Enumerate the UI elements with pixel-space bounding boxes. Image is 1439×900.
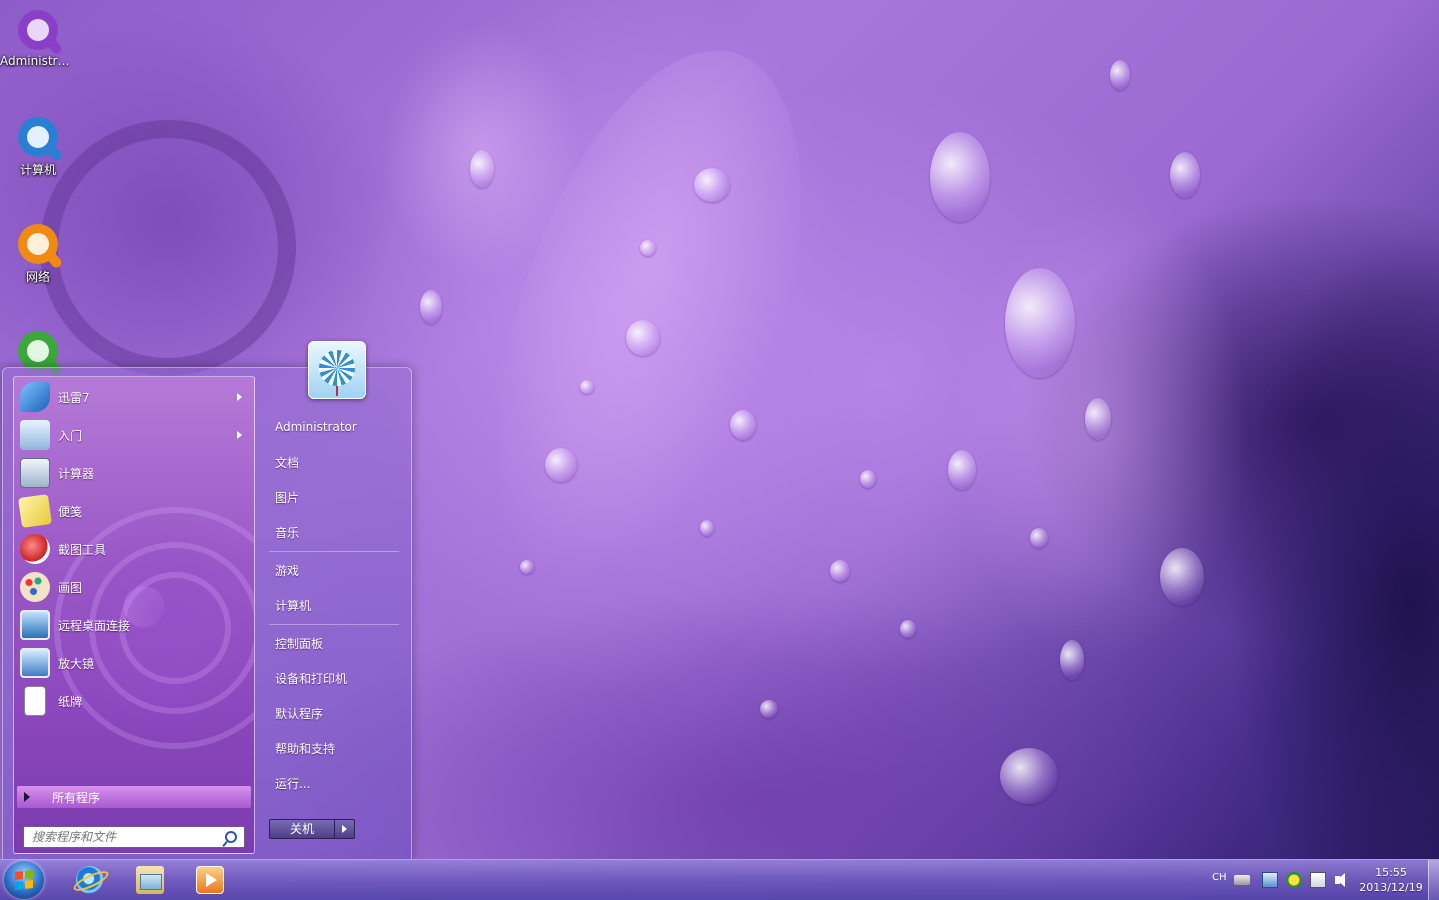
place-default-programs[interactable]: 默认程序 <box>267 700 401 726</box>
program-item-magnifier[interactable]: 放大镜 <box>14 645 252 681</box>
keyboard-icon[interactable] <box>1234 875 1250 885</box>
program-item-label: 入门 <box>58 428 83 443</box>
shutdown-button[interactable]: 关机 <box>269 819 335 839</box>
media-player-icon <box>196 866 224 894</box>
program-item-label: 便笺 <box>58 504 83 519</box>
program-item-label: 迅雷7 <box>58 390 90 405</box>
folder-icon <box>136 866 164 894</box>
place-pictures[interactable]: 图片 <box>267 484 401 510</box>
place-music[interactable]: 音乐 <box>267 519 401 545</box>
expand-arrow-icon <box>24 792 30 802</box>
green-app-icon <box>18 331 58 371</box>
chevron-right-icon <box>342 825 347 833</box>
xunlei-bird-icon <box>20 382 50 412</box>
place-devices-printers[interactable]: 设备和打印机 <box>267 665 401 691</box>
place-control-panel[interactable]: 控制面板 <box>267 630 401 656</box>
programs-pane: 迅雷7 入门 计算器 便笺 截图工具 画图 远程桌面连接 放大镜 纸牌 所有程序… <box>13 376 255 854</box>
desktop-icon-label: 网络 <box>25 270 50 284</box>
desktop-icon-computer[interactable]: 计算机 <box>0 117 76 178</box>
desktop-icon-network[interactable]: 网络 <box>0 224 76 285</box>
ie-icon <box>76 866 104 894</box>
shutdown-group: 关机 <box>269 819 355 839</box>
remote-desktop-icon <box>20 610 50 640</box>
user-avatar[interactable] <box>308 341 366 399</box>
desktop-icon-label: 计算机 <box>19 163 56 177</box>
places-divider <box>269 624 399 625</box>
start-button[interactable] <box>4 861 44 899</box>
pinwheel-icon <box>319 350 355 386</box>
place-computer[interactable]: 计算机 <box>267 592 401 618</box>
desktop-icon-administrator[interactable]: Administra... <box>0 10 76 68</box>
clock[interactable]: 15:55 2013/12/19 <box>1356 865 1426 895</box>
place-run[interactable]: 运行... <box>267 770 401 796</box>
place-games[interactable]: 游戏 <box>267 557 401 583</box>
search-box <box>23 826 245 848</box>
volume-icon[interactable] <box>1334 872 1350 888</box>
language-indicator[interactable]: CH <box>1212 872 1227 883</box>
search-input[interactable] <box>30 829 224 845</box>
shutdown-options-button[interactable] <box>335 819 355 839</box>
taskbar: CH 15:55 2013/12/19 <box>0 859 1439 900</box>
desktop-icon-4[interactable] <box>0 331 76 371</box>
program-item-label: 截图工具 <box>58 542 107 557</box>
program-item-label: 画图 <box>58 580 83 595</box>
monitor-icon[interactable] <box>1262 872 1278 888</box>
program-item-remote-desktop[interactable]: 远程桌面连接 <box>14 607 252 643</box>
snipping-tool-icon <box>20 534 50 564</box>
program-item-calculator[interactable]: 计算器 <box>14 455 252 491</box>
program-item-label: 远程桌面连接 <box>58 618 131 633</box>
program-item-label: 计算器 <box>58 466 95 481</box>
search-icon[interactable] <box>225 831 237 843</box>
taskbar-app-windows-explorer[interactable] <box>122 863 176 897</box>
show-desktop-button[interactable] <box>1428 860 1439 900</box>
paint-palette-icon <box>20 572 50 602</box>
network-icon <box>18 224 58 264</box>
magnifier-icon <box>20 648 50 678</box>
submenu-arrow-icon <box>237 393 242 401</box>
solitaire-card-icon <box>24 686 46 716</box>
desktop-icon-label: Administra... <box>0 54 76 68</box>
start-menu: 迅雷7 入门 计算器 便笺 截图工具 画图 远程桌面连接 放大镜 纸牌 所有程序… <box>2 341 412 861</box>
taskbar-app-media-player[interactable] <box>182 863 236 897</box>
program-item-paint[interactable]: 画图 <box>14 569 252 605</box>
security-shield-icon[interactable] <box>1286 872 1302 888</box>
place-user-folder[interactable]: Administrator <box>267 414 401 440</box>
place-documents[interactable]: 文档 <box>267 449 401 475</box>
program-item-sticky-notes[interactable]: 便笺 <box>14 493 252 529</box>
places-divider <box>269 551 399 552</box>
program-item-label: 放大镜 <box>58 656 95 671</box>
getting-started-icon <box>20 420 50 450</box>
computer-icon <box>18 117 58 157</box>
windows-logo-icon <box>15 870 33 890</box>
submenu-arrow-icon <box>237 431 242 439</box>
sticky-notes-icon <box>18 494 52 528</box>
all-programs-button[interactable]: 所有程序 <box>17 786 251 808</box>
program-item-xunlei[interactable]: 迅雷7 <box>14 379 252 415</box>
network-icon[interactable] <box>1310 872 1326 888</box>
program-item-label: 纸牌 <box>58 694 83 709</box>
calculator-icon <box>20 458 50 488</box>
program-item-snipping-tool[interactable]: 截图工具 <box>14 531 252 567</box>
clock-date: 2013/12/19 <box>1359 881 1423 894</box>
clock-time: 15:55 <box>1375 866 1407 879</box>
program-item-solitaire[interactable]: 纸牌 <box>14 683 252 719</box>
all-programs-label: 所有程序 <box>52 790 101 805</box>
taskbar-app-internet-explorer[interactable] <box>62 863 116 897</box>
place-help-support[interactable]: 帮助和支持 <box>267 735 401 761</box>
program-item-getting-started[interactable]: 入门 <box>14 417 252 453</box>
quicktime-style-icon <box>18 10 58 50</box>
